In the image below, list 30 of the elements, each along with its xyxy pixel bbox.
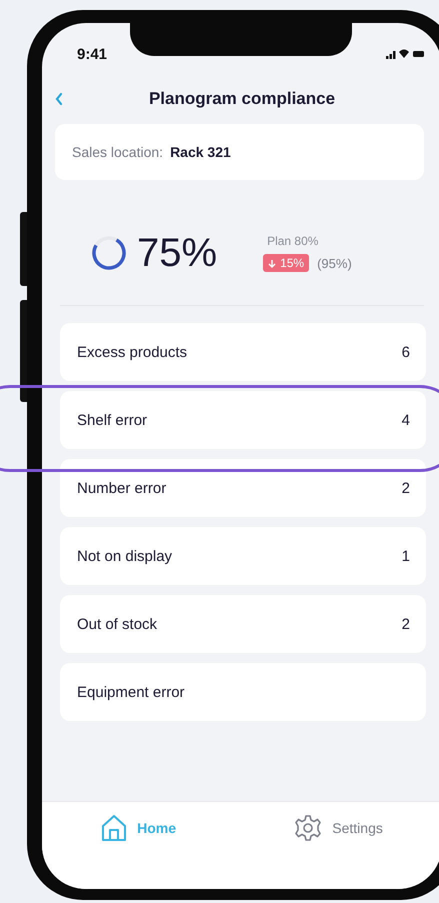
issue-label: Equipment error bbox=[77, 684, 185, 700]
issue-label: Out of stock bbox=[77, 616, 158, 632]
issue-label: Excess products bbox=[77, 344, 188, 360]
issue-row[interactable]: Shelf error 4 bbox=[60, 391, 426, 449]
issue-row[interactable]: Excess products 6 bbox=[60, 323, 426, 381]
issue-count: 1 bbox=[402, 548, 410, 564]
issue-count: 2 bbox=[402, 480, 410, 496]
status-icons bbox=[386, 48, 426, 60]
issue-label: Not on display bbox=[77, 548, 172, 564]
status-time: 9:41 bbox=[77, 46, 108, 62]
issue-row[interactable]: Not on display 1 bbox=[60, 527, 426, 585]
location-value: Rack 321 bbox=[170, 144, 231, 160]
home-icon bbox=[101, 814, 128, 842]
issue-row[interactable]: Number error 2 bbox=[60, 459, 426, 517]
plan-value: Plan 80% bbox=[266, 234, 320, 248]
issue-count: 2 bbox=[402, 616, 410, 632]
issue-label: Number error bbox=[77, 480, 166, 496]
issue-label: Shelf error bbox=[77, 412, 148, 428]
back-chevron-icon[interactable] bbox=[54, 92, 64, 106]
compliance-percent: 75% bbox=[137, 230, 218, 276]
previous-value: (95%) bbox=[317, 256, 352, 270]
location-label: Sales location: bbox=[72, 144, 164, 160]
issue-count: 4 bbox=[402, 412, 410, 428]
issue-row[interactable]: Equipment error bbox=[60, 663, 426, 721]
issue-row[interactable]: Out of stock 2 bbox=[60, 595, 426, 653]
screen-title: Planogram compliance bbox=[148, 89, 336, 109]
settings-icon bbox=[294, 814, 322, 842]
tab-button[interactable]: Settings bbox=[294, 814, 383, 842]
trend-badge: 15% bbox=[263, 254, 310, 272]
issue-count: 6 bbox=[402, 344, 410, 360]
